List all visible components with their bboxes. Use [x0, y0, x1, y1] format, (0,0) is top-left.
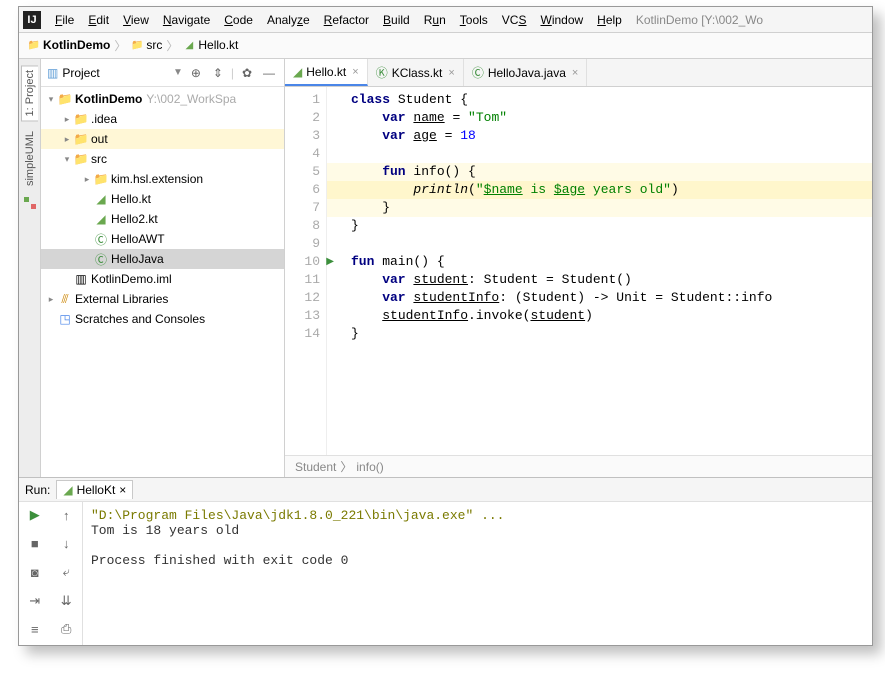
kotlin-class-icon: Ⓚ — [376, 64, 388, 81]
java-class-icon: Ⓒ — [472, 64, 484, 81]
stop-button[interactable]: ■ — [19, 531, 51, 557]
menu-edit[interactable]: Edit — [82, 11, 115, 29]
chevron-right-icon: 〉 — [340, 458, 352, 475]
menu-run[interactable]: Run — [418, 11, 452, 29]
layout-button[interactable]: ≡ — [19, 616, 51, 642]
run-label: Run: — [25, 483, 50, 497]
crumb-folder[interactable]: 📁src — [130, 38, 162, 53]
editor-tab-kclass[interactable]: ⓀKClass.kt× — [368, 59, 464, 86]
run-header: Run: ◢HelloKt× — [19, 478, 872, 502]
kotlin-file-icon: ◢ — [182, 39, 196, 53]
close-icon[interactable]: × — [119, 483, 126, 497]
tree-root[interactable]: ▾📁KotlinDemoY:\002_WorkSpa — [41, 89, 284, 109]
window-title-path: KotlinDemo [Y:\002_Wo — [636, 13, 763, 27]
locate-icon[interactable]: ⊕ — [187, 64, 205, 82]
gear-icon[interactable]: ✿ — [238, 64, 256, 82]
gutter: 1 2 3 4 5 6 7 8 9 10▶ 11 12 13 14 — [285, 87, 327, 455]
console-output[interactable]: "D:\Program Files\Java\jdk1.8.0_221\bin\… — [83, 502, 872, 645]
menu-code[interactable]: Code — [218, 11, 259, 29]
print-button[interactable]: ⎙ — [51, 616, 83, 642]
editor-breadcrumb: Student 〉 info() — [285, 455, 872, 477]
tool-tab-simpleuml[interactable]: simpleUML — [22, 127, 38, 190]
crumb-file[interactable]: ◢Hello.kt — [182, 38, 238, 53]
run-body: ▶ ↑ ■ ↓ ◙ ⤶ ⇥ ⇊ ≡ ⎙ "D:\Program Files\Ja… — [19, 502, 872, 645]
down-button[interactable]: ↓ — [51, 531, 83, 557]
close-icon[interactable]: × — [572, 67, 578, 79]
editor-tab-hello[interactable]: ◢Hello.kt× — [285, 59, 368, 86]
run-gutter-icon[interactable]: ▶ — [326, 254, 334, 272]
tree-item-libraries[interactable]: ▸⫻External Libraries — [41, 289, 284, 309]
folder-icon: 📁 — [27, 39, 41, 53]
tree-item-package[interactable]: ▸📁kim.hsl.extension — [41, 169, 284, 189]
folder-icon: 📁 — [130, 39, 144, 53]
code-editor[interactable]: 1 2 3 4 5 6 7 8 9 10▶ 11 12 13 14 class … — [285, 87, 872, 455]
menu-build[interactable]: Build — [377, 11, 416, 29]
ide-window: IJ File Edit View Navigate Code Analyze … — [18, 6, 873, 646]
crumb-class[interactable]: Student — [295, 460, 336, 474]
menu-bar: IJ File Edit View Navigate Code Analyze … — [19, 7, 872, 33]
hide-icon[interactable]: — — [260, 64, 278, 82]
editor-tab-java[interactable]: ⒸHelloJava.java× — [464, 59, 588, 86]
exit-button[interactable]: ⇥ — [19, 588, 51, 614]
left-tool-strip: 1: Project simpleUML — [19, 59, 41, 477]
tree-item-scratches[interactable]: ◳Scratches and Consoles — [41, 309, 284, 329]
editor-area: ◢Hello.kt× ⓀKClass.kt× ⒸHelloJava.java× … — [285, 59, 872, 477]
menu-navigate[interactable]: Navigate — [157, 11, 216, 29]
tree-item-out[interactable]: ▸📁out — [41, 129, 284, 149]
project-tree[interactable]: ▾📁KotlinDemoY:\002_WorkSpa ▸📁.idea ▸📁out… — [41, 87, 284, 477]
project-header: ▥ Project ▼ ⊕ ⇕ | ✿ — — [41, 59, 284, 87]
menu-vcs[interactable]: VCS — [496, 11, 533, 29]
tool-tab-project[interactable]: 1: Project — [21, 65, 38, 121]
chevron-right-icon: 〉 — [166, 37, 178, 54]
up-button[interactable]: ↑ — [51, 502, 83, 528]
tree-item-iml[interactable]: ▥KotlinDemo.iml — [41, 269, 284, 289]
run-tool-window: Run: ◢HelloKt× ▶ ↑ ■ ↓ ◙ ⤶ ⇥ ⇊ ≡ ⎙ "D:\P… — [19, 477, 872, 645]
menu-tools[interactable]: Tools — [454, 11, 494, 29]
code-body[interactable]: class Student { var name = "Tom" var age… — [327, 87, 872, 455]
close-icon[interactable]: × — [448, 67, 454, 79]
menu-refactor[interactable]: Refactor — [318, 11, 375, 29]
tree-item-src[interactable]: ▾📁src — [41, 149, 284, 169]
menu-file[interactable]: File — [49, 11, 80, 29]
folder-icon: ▥ — [47, 66, 58, 80]
tree-item-file-selected[interactable]: ⒸHelloJava — [41, 249, 284, 269]
tree-item-file[interactable]: ◢Hello2.kt — [41, 209, 284, 229]
editor-tabs: ◢Hello.kt× ⓀKClass.kt× ⒸHelloJava.java× — [285, 59, 872, 87]
chevron-down-icon[interactable]: ▼ — [173, 67, 183, 78]
kotlin-file-icon: ◢ — [63, 483, 72, 497]
uml-icon — [23, 196, 37, 210]
menu-help[interactable]: Help — [591, 11, 628, 29]
collapse-icon[interactable]: ⇕ — [209, 64, 227, 82]
project-view-title[interactable]: Project — [62, 66, 169, 80]
menu-window[interactable]: Window — [534, 11, 589, 29]
rerun-button[interactable]: ▶ — [19, 502, 51, 528]
tree-item-file[interactable]: ◢Hello.kt — [41, 189, 284, 209]
tree-item-file[interactable]: ⒸHelloAWT — [41, 229, 284, 249]
app-logo-icon: IJ — [23, 11, 41, 29]
chevron-right-icon: 〉 — [114, 37, 126, 54]
dump-button[interactable]: ◙ — [19, 559, 51, 585]
project-tool-window: ▥ Project ▼ ⊕ ⇕ | ✿ — ▾📁KotlinDemoY:\002… — [41, 59, 285, 477]
kotlin-file-icon: ◢ — [293, 65, 302, 79]
main-split: 1: Project simpleUML ▥ Project ▼ ⊕ ⇕ | ✿… — [19, 59, 872, 477]
menu-view[interactable]: View — [117, 11, 155, 29]
run-tab[interactable]: ◢HelloKt× — [56, 480, 133, 499]
crumb-method[interactable]: info() — [356, 460, 383, 474]
soft-wrap-button[interactable]: ⤶ — [51, 559, 83, 585]
crumb-project[interactable]: 📁KotlinDemo — [27, 38, 110, 53]
close-icon[interactable]: × — [352, 66, 358, 78]
tree-item-idea[interactable]: ▸📁.idea — [41, 109, 284, 129]
run-toolbar: ▶ ↑ ■ ↓ ◙ ⤶ ⇥ ⇊ ≡ ⎙ — [19, 502, 83, 645]
menu-analyze[interactable]: Analyze — [261, 11, 316, 29]
navigation-breadcrumb: 📁KotlinDemo 〉 📁src 〉 ◢Hello.kt — [19, 33, 872, 59]
scroll-button[interactable]: ⇊ — [51, 588, 83, 614]
